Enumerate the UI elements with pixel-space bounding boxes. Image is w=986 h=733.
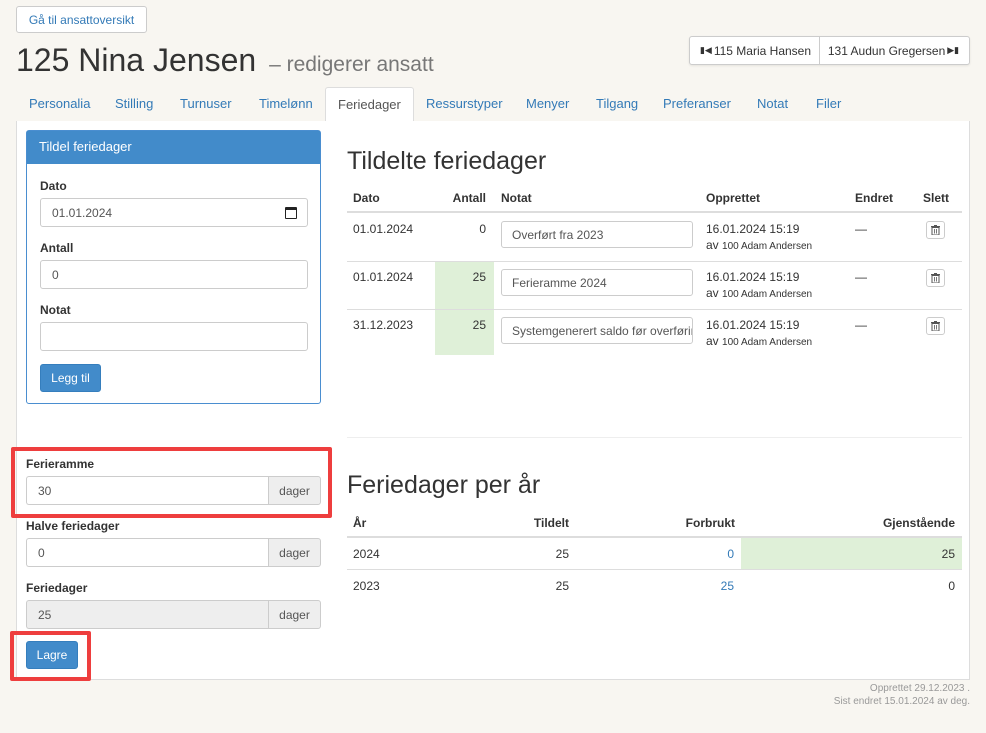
row2-note-input[interactable]: Ferieramme 2024	[501, 269, 693, 296]
row2-delete-button[interactable]	[926, 269, 945, 287]
tab-menyer[interactable]: Menyer	[526, 87, 569, 122]
row1-delete-button[interactable]	[926, 221, 945, 239]
row2-amount: 25	[472, 270, 486, 284]
col-used: Forbrukt	[685, 516, 735, 530]
amount-input[interactable]: 0	[40, 260, 308, 289]
row2-changed: —	[855, 270, 867, 284]
year1-used-link[interactable]: 0	[727, 547, 734, 561]
tab-preferanser[interactable]: Preferanser	[663, 87, 731, 122]
col-remaining: Gjenstående	[882, 516, 955, 530]
row1-amount: 0	[479, 222, 486, 236]
half-days-input[interactable]: 0	[26, 538, 268, 567]
row3-amount: 25	[472, 318, 486, 332]
note-label: Notat	[40, 303, 71, 317]
row3-created-by: av 100 Adam Andersen	[706, 334, 813, 348]
year2-used-link[interactable]: 25	[721, 579, 734, 593]
assigned-heading: Tildelte feriedager	[347, 147, 547, 175]
tab-notat[interactable]: Notat	[757, 87, 788, 122]
col-created: Opprettet	[706, 191, 760, 205]
half-days-unit: dager	[268, 538, 321, 567]
row3-delete-button[interactable]	[926, 317, 945, 335]
col-date: Dato	[353, 191, 380, 205]
row2-created-by: av 100 Adam Andersen	[706, 286, 813, 300]
remaining-highlight	[741, 538, 962, 569]
col-year: År	[353, 516, 367, 530]
tab-ressurstyper[interactable]: Ressurstyper	[426, 87, 503, 122]
per-year-heading: Feriedager per år	[347, 471, 541, 499]
tab-tilgang[interactable]: Tilgang	[596, 87, 638, 122]
date-label: Dato	[40, 179, 67, 193]
vacation-days-input-group: 25 dager	[26, 600, 321, 629]
row-divider	[347, 569, 962, 570]
tab-personalia[interactable]: Personalia	[29, 87, 90, 122]
date-input[interactable]: 01.01.2024	[40, 198, 308, 227]
add-button[interactable]: Legg til	[40, 364, 101, 392]
table-header-divider	[347, 211, 962, 213]
row3-note-input[interactable]: Systemgenerert saldo før overføring	[501, 317, 693, 344]
year1-assigned: 25	[555, 547, 569, 561]
col-changed: Endret	[855, 191, 894, 205]
row3-date: 31.12.2023	[353, 318, 414, 332]
page-subtitle: – redigerer ansatt	[269, 53, 434, 76]
next-employee-button[interactable]: 131 Audun Gregersen ▶▮	[820, 37, 969, 64]
row1-date: 01.01.2024	[353, 222, 414, 236]
row1-note-input[interactable]: Overført fra 2023	[501, 221, 693, 248]
tab-filer[interactable]: Filer	[816, 87, 841, 122]
panel-title: Tildel feriedager	[27, 131, 320, 164]
prev-employee-button[interactable]: ▮◀ 115 Maria Hansen	[690, 37, 820, 64]
back-to-employee-overview-button[interactable]: Gå til ansattoversikt	[16, 6, 147, 33]
section-divider	[347, 437, 962, 438]
next-employee-label: 131 Audun Gregersen	[827, 43, 946, 58]
annotation-frame-highlight	[11, 447, 332, 518]
row2-date: 01.01.2024	[353, 270, 414, 284]
year2-remaining: 0	[948, 579, 955, 593]
col-assigned: Tildelt	[533, 516, 569, 530]
half-days-label: Halve feriedager	[26, 519, 120, 533]
row2-created: 16.01.2024 15:19	[706, 270, 800, 284]
vacation-days-label: Feriedager	[26, 581, 88, 595]
annotation-save-highlight	[10, 631, 91, 681]
tab-feriedager[interactable]: Feriedager	[325, 87, 414, 123]
changed-info: Sist endret 15.01.2024 av deg.	[833, 696, 970, 707]
assign-vacation-panel: Tildel feriedager Dato 01.01.2024 Antall…	[26, 130, 321, 404]
prev-employee-label: 115 Maria Hansen	[713, 43, 812, 58]
amount-label: Antall	[40, 241, 74, 255]
vacation-days-input: 25	[26, 600, 268, 629]
tab-bar: Personalia Stilling Turnuser Timelønn Fe…	[16, 87, 970, 123]
note-input[interactable]	[40, 322, 308, 351]
year1: 2024	[353, 547, 380, 561]
row-divider	[347, 261, 962, 262]
tab-turnuser[interactable]: Turnuser	[180, 87, 232, 122]
row1-changed: —	[855, 222, 867, 236]
year2: 2023	[353, 579, 380, 593]
skip-forward-icon: ▶▮	[947, 45, 960, 55]
tab-content: Tildel feriedager Dato 01.01.2024 Antall…	[16, 121, 970, 680]
tab-stilling[interactable]: Stilling	[115, 87, 153, 122]
tab-timelonn[interactable]: Timelønn	[259, 87, 313, 122]
trash-icon	[931, 273, 940, 283]
year2-assigned: 25	[555, 579, 569, 593]
created-info: Opprettet 29.12.2023 .	[869, 683, 970, 694]
date-value: 01.01.2024	[52, 205, 113, 220]
col-delete: Slett	[923, 191, 950, 205]
skip-back-icon: ▮◀	[699, 45, 712, 55]
trash-icon	[931, 321, 940, 331]
employee-name: 125 Nina Jensen	[16, 42, 257, 78]
row1-created: 16.01.2024 15:19	[706, 222, 800, 236]
calendar-icon[interactable]	[285, 207, 297, 219]
col-amount: Antall	[452, 191, 486, 205]
row1-created-by: av 100 Adam Andersen	[706, 238, 813, 252]
row-divider	[347, 309, 962, 310]
employee-navigation: ▮◀ 115 Maria Hansen 131 Audun Gregersen …	[689, 36, 970, 65]
page-title: 125 Nina Jensen – redigerer ansatt	[16, 42, 434, 79]
row3-created: 16.01.2024 15:19	[706, 318, 800, 332]
vacation-days-unit: dager	[268, 600, 321, 629]
year1-remaining: 25	[941, 547, 955, 561]
col-note: Notat	[501, 191, 532, 205]
row3-changed: —	[855, 318, 867, 332]
trash-icon	[931, 225, 940, 235]
half-days-input-group: 0 dager	[26, 538, 321, 567]
